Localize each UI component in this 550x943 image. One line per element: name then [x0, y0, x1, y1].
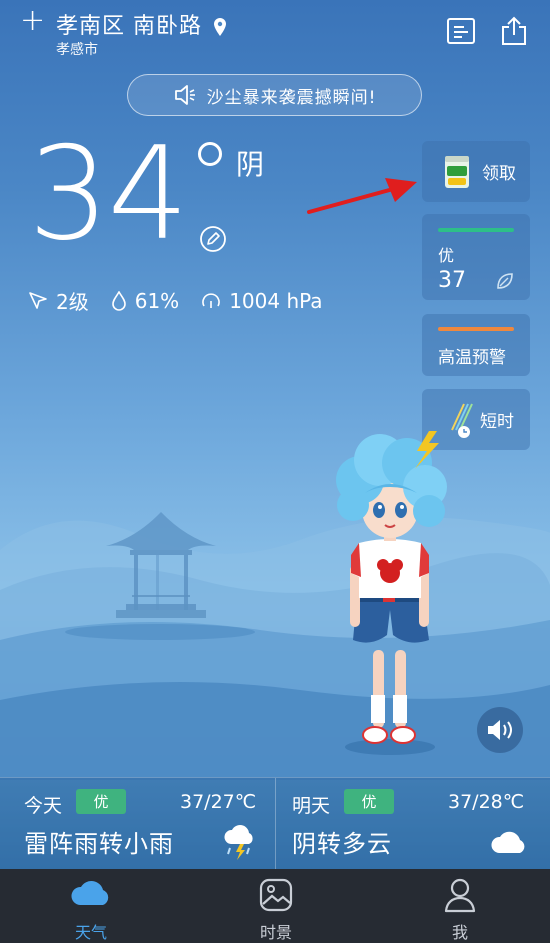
pavilion-illustration	[106, 512, 216, 618]
forecast-divider	[275, 778, 276, 870]
volume-icon	[488, 720, 512, 740]
wind-direction-icon	[29, 291, 47, 309]
forecast-day: 今天	[24, 795, 63, 817]
mountain-background	[0, 517, 550, 780]
humidity-item: 61%	[111, 289, 179, 313]
forecast-description: 阴转多云	[292, 830, 392, 858]
forecast-day: 明天	[292, 795, 331, 817]
gift-card[interactable]: 领取	[422, 141, 530, 202]
temperature-range: 37/28℃	[448, 791, 525, 813]
tab-bar: 天气 时景 我	[0, 869, 550, 943]
banner-text: 沙尘暴来袭震撼瞬间!	[206, 87, 377, 108]
edit-icon[interactable]	[199, 225, 227, 253]
degree-symbol	[198, 142, 222, 166]
short-term-label: 短时	[480, 412, 514, 432]
forecast-description: 雷阵雨转小雨	[24, 830, 174, 858]
humidity-value: 61%	[134, 288, 180, 313]
header: + 孝南区 南卧路 孝感市	[0, 0, 550, 70]
news-icon[interactable]	[446, 16, 476, 46]
cartoon-girl-illustration	[336, 431, 447, 755]
red-arrow-icon	[307, 178, 417, 214]
air-quality-bar	[438, 228, 514, 232]
pressure-item: 1004 hPa	[201, 288, 323, 313]
add-city-button[interactable]: +	[20, 6, 45, 36]
wind-item: 2级	[28, 286, 89, 315]
tab-scenery[interactable]: 时景	[216, 869, 336, 943]
tab-weather[interactable]: 天气	[31, 869, 151, 943]
air-quality-badge: 优	[76, 789, 126, 814]
temperature-range: 37/27℃	[180, 791, 257, 813]
pressure-gauge-icon	[202, 292, 220, 308]
tab-label: 时景	[259, 923, 292, 942]
current-temperature: 34	[28, 120, 189, 269]
humidity-drop-icon	[111, 290, 126, 311]
drink-can-icon	[445, 155, 469, 188]
forecast-today[interactable]: 今天 优 37/27℃ 雷阵雨转小雨	[24, 778, 264, 870]
alert-label: 高温预警	[438, 348, 506, 368]
news-banner[interactable]: 沙尘暴来袭震撼瞬间!	[127, 74, 422, 116]
location-label: 孝南区 南卧路	[56, 14, 202, 39]
leaf-icon	[497, 273, 513, 289]
thunderstorm-icon	[224, 825, 253, 860]
weather-screen: + 孝南区 南卧路 孝感市 沙尘暴来袭震撼瞬间! 34 阴 2级 61% 100…	[0, 0, 550, 943]
forecast-panel: 今天 优 37/27℃ 雷阵雨转小雨 明天 优 37/28℃ 阴转多云	[0, 777, 550, 870]
weather-condition: 阴	[236, 148, 265, 181]
picture-icon	[259, 878, 293, 912]
wind-value: 2级	[56, 290, 89, 314]
tab-me[interactable]: 我	[400, 869, 520, 943]
share-icon[interactable]	[500, 16, 528, 46]
location-title[interactable]: 孝南区 南卧路	[56, 8, 226, 40]
location-pin-icon	[214, 18, 226, 36]
air-quality-label: 优	[438, 246, 455, 265]
alert-bar	[438, 327, 514, 331]
air-quality-card[interactable]: 优 37	[422, 214, 530, 300]
air-quality-badge: 优	[344, 789, 394, 814]
alert-card[interactable]: 高温预警	[422, 314, 530, 376]
user-icon	[444, 878, 476, 913]
cloud-icon	[71, 881, 109, 905]
cloud-icon	[491, 831, 525, 853]
forecast-tomorrow[interactable]: 明天 优 37/28℃ 阴转多云	[292, 778, 532, 870]
tab-label: 我	[451, 923, 468, 942]
city-label: 孝感市	[56, 42, 98, 58]
pressure-value: 1004 hPa	[229, 288, 323, 313]
voice-broadcast-button[interactable]	[477, 707, 523, 753]
weather-details: 2级 61% 1004 hPa	[28, 286, 345, 315]
speaker-icon	[174, 85, 195, 105]
tab-label: 天气	[74, 923, 107, 942]
gift-label: 领取	[482, 164, 516, 184]
